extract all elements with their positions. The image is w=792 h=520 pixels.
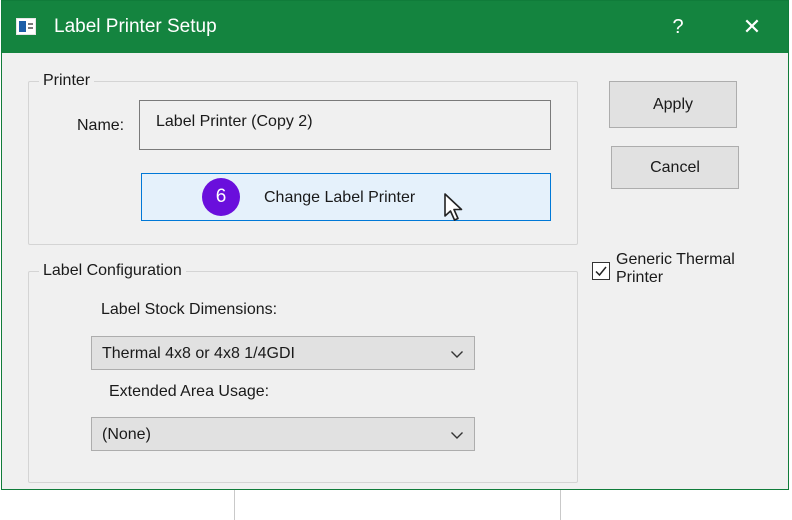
apply-button[interactable]: Apply [609,81,737,128]
name-label: Name: [77,117,125,134]
title-bar[interactable]: Label Printer Setup ? ✕ [2,1,788,53]
label-configuration-title: Label Configuration [39,261,186,281]
chevron-down-icon [451,432,463,439]
label-stock-dimensions-select[interactable]: Thermal 4x8 or 4x8 1/4GDI [91,336,475,370]
change-label-printer-button[interactable]: 6 Change Label Printer [141,173,551,221]
background-divider [560,490,561,520]
extended-area-usage-select[interactable]: (None) [91,417,475,451]
chevron-down-icon [451,351,463,358]
cancel-button[interactable]: Cancel [611,146,739,189]
extended-area-usage-label: Extended Area Usage: [109,383,270,400]
change-label-printer-label: Change Label Printer [264,189,416,206]
printer-name-value: Label Printer (Copy 2) [156,113,313,130]
generic-thermal-printer-checkbox[interactable] [592,262,610,280]
mouse-pointer-icon [444,193,463,221]
label-printer-setup-dialog: Label Printer Setup ? ✕ Printer Name: La… [1,0,789,490]
window-title: Label Printer Setup [54,16,217,37]
printer-name-field: Label Printer (Copy 2) [139,100,551,150]
close-button[interactable]: ✕ [728,9,776,45]
label-stock-dimensions-value: Thermal 4x8 or 4x8 1/4GDI [102,345,295,362]
label-printer-app-icon [16,18,36,35]
generic-thermal-printer-label[interactable]: Generic Thermal Printer [616,251,766,287]
printer-group-title: Printer [39,71,95,91]
label-stock-dimensions-label: Label Stock Dimensions: [101,301,278,318]
printer-groupbox: Printer Name: Label Printer (Copy 2) 6 C… [28,71,578,245]
checkmark-icon [595,266,607,277]
label-configuration-groupbox: Label Configuration Label Stock Dimensio… [28,261,578,483]
extended-area-usage-value: (None) [102,426,151,443]
step-number-badge: 6 [202,178,240,216]
help-button[interactable]: ? [654,9,702,45]
background-divider [234,490,235,520]
